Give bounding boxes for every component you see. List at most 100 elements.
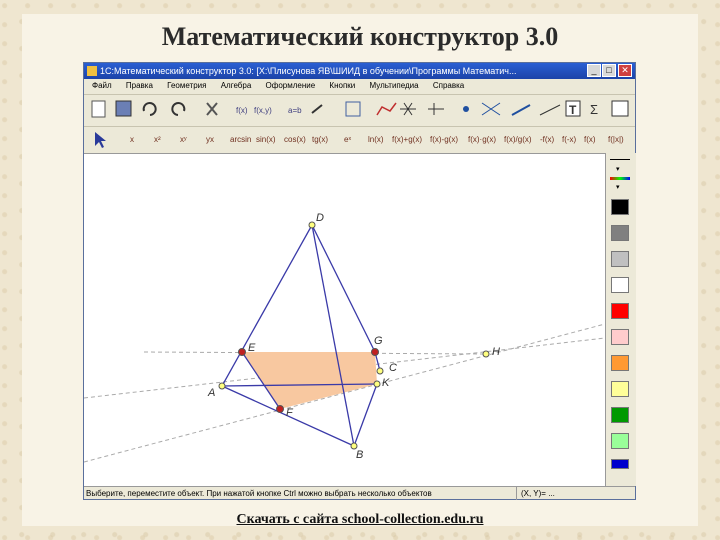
window-titlebar: 1С:Математический конструктор 3.0: [X:\П… bbox=[84, 63, 635, 79]
color-swatch[interactable] bbox=[611, 303, 629, 319]
plot-icon[interactable] bbox=[376, 102, 397, 116]
status-text: Выберите, переместите объект. При нажато… bbox=[86, 489, 432, 498]
point-D[interactable] bbox=[308, 221, 316, 229]
fn-x-button[interactable]: x bbox=[130, 129, 134, 151]
point-G[interactable] bbox=[371, 348, 379, 356]
intersection-icon[interactable] bbox=[481, 102, 501, 116]
color-swatch[interactable] bbox=[611, 225, 629, 241]
chevron-down-icon[interactable]: ▾ bbox=[616, 183, 620, 191]
fn-sum-button[interactable]: f(x)+g(x) bbox=[392, 129, 422, 151]
line-icon[interactable] bbox=[511, 104, 531, 116]
label-K: K bbox=[382, 377, 390, 389]
color-swatch[interactable] bbox=[611, 407, 629, 423]
fn-arcsin-button[interactable]: arcsin bbox=[230, 129, 251, 151]
slide-title: Математический конструктор 3.0 bbox=[161, 22, 559, 51]
fn-xy-button[interactable]: xʸ bbox=[180, 129, 187, 151]
fn-neg-button[interactable]: -f(x) bbox=[540, 129, 554, 151]
fn-absx-button[interactable]: f(|x|) bbox=[608, 129, 624, 151]
fn-yx-button[interactable]: yx bbox=[206, 129, 214, 151]
point-C[interactable] bbox=[376, 367, 384, 375]
fn-abs-button[interactable]: f(x) bbox=[584, 129, 596, 151]
edge-BK[interactable] bbox=[353, 383, 378, 447]
fn-cos-button[interactable]: cos(x) bbox=[284, 129, 306, 151]
fn-sin-button[interactable]: sin(x) bbox=[256, 129, 276, 151]
menu-multimedia[interactable]: Мультипедиа bbox=[369, 79, 418, 93]
function-icon[interactable]: f(x) bbox=[236, 106, 248, 115]
color-swatch[interactable] bbox=[611, 381, 629, 397]
menu-geometry[interactable]: Геометрия bbox=[167, 79, 206, 93]
point-icon[interactable] bbox=[463, 106, 469, 112]
menu-edit[interactable]: Правка bbox=[126, 79, 153, 93]
window-title: 1С:Математический конструктор 3.0: [X:\П… bbox=[100, 66, 517, 76]
minimize-button[interactable]: _ bbox=[587, 64, 601, 77]
section-polygon[interactable] bbox=[242, 352, 377, 409]
main-toolbar-icons: f(x) f(x,y) a=b T Σ bbox=[91, 100, 629, 118]
point-H[interactable] bbox=[482, 350, 490, 358]
main-toolbar: f(x) f(x,y) a=b T Σ bbox=[84, 94, 635, 127]
expression-icon[interactable]: a=b bbox=[288, 106, 302, 115]
fn-ln-button[interactable]: ln(x) bbox=[368, 129, 384, 151]
color-swatch[interactable] bbox=[611, 329, 629, 345]
point-A[interactable] bbox=[218, 382, 226, 390]
label-F: F bbox=[286, 407, 294, 419]
fn-div-button[interactable]: f(x)/g(x) bbox=[504, 129, 532, 151]
menu-help[interactable]: Справка bbox=[433, 79, 464, 93]
label-A: A bbox=[207, 387, 215, 399]
point-K[interactable] bbox=[373, 380, 381, 388]
fn-tg-button[interactable]: tg(x) bbox=[312, 129, 328, 151]
chevron-down-icon[interactable]: ▾ bbox=[616, 165, 620, 173]
fn-exp-button[interactable]: eˣ bbox=[344, 129, 351, 151]
sum-icon[interactable]: Σ bbox=[590, 102, 598, 117]
palette-strip-icon[interactable] bbox=[610, 177, 630, 180]
redo-icon[interactable] bbox=[171, 102, 186, 116]
menu-file[interactable]: Файл bbox=[92, 79, 112, 93]
app-icon bbox=[87, 66, 97, 76]
fn-negx-button[interactable]: f(-x) bbox=[562, 129, 576, 151]
color-swatch[interactable] bbox=[611, 459, 629, 469]
svg-text:T: T bbox=[569, 103, 577, 117]
color-swatch[interactable] bbox=[611, 199, 629, 215]
maximize-button[interactable]: □ bbox=[602, 64, 616, 77]
menu-algebra[interactable]: Алгебра bbox=[221, 79, 252, 93]
segment-icon[interactable] bbox=[311, 104, 323, 114]
status-bar: Выберите, переместите объект. При нажато… bbox=[84, 486, 635, 500]
edge-DB[interactable] bbox=[311, 224, 355, 447]
menu-bar: Файл Правка Геометрия Алгебра Оформление… bbox=[84, 79, 635, 93]
status-coordinates: (X, Y)= ... bbox=[516, 487, 555, 500]
drawing-canvas[interactable]: D E G C H K A F B bbox=[83, 153, 606, 487]
tangent-icon[interactable] bbox=[400, 102, 416, 116]
axes-icon[interactable] bbox=[428, 103, 444, 115]
fn-x2-button[interactable]: x² bbox=[154, 129, 161, 151]
download-link[interactable]: Скачать с сайта school-collection.edu.ru bbox=[0, 512, 720, 528]
fn-mul-button[interactable]: f(x)·g(x) bbox=[468, 129, 496, 151]
label-H: H bbox=[492, 346, 500, 358]
label-G: G bbox=[374, 335, 383, 347]
function-var-icon[interactable]: f(x,y) bbox=[254, 106, 272, 115]
color-swatch[interactable] bbox=[611, 355, 629, 371]
color-swatch[interactable] bbox=[611, 277, 629, 293]
save-icon[interactable] bbox=[115, 100, 132, 117]
close-button[interactable]: ✕ bbox=[618, 64, 632, 77]
label-B: B bbox=[356, 449, 363, 461]
delete-icon[interactable] bbox=[206, 102, 218, 116]
color-swatch[interactable] bbox=[611, 251, 629, 267]
point-E[interactable] bbox=[238, 348, 246, 356]
point-F[interactable] bbox=[276, 405, 284, 413]
edge-DC[interactable] bbox=[311, 224, 376, 353]
vector-icon[interactable] bbox=[539, 104, 561, 116]
undo-icon[interactable] bbox=[142, 102, 157, 116]
new-document-icon[interactable] bbox=[91, 100, 106, 118]
menu-buttons[interactable]: Кнопки bbox=[329, 79, 355, 93]
label-D: D bbox=[316, 212, 324, 224]
geometry-drawing[interactable]: D E G C H K A F B bbox=[83, 154, 606, 487]
line-style-icon[interactable] bbox=[610, 159, 630, 160]
fn-diff-button[interactable]: f(x)-g(x) bbox=[430, 129, 458, 151]
graph-icon[interactable] bbox=[345, 101, 361, 117]
function-toolbar: x x² xʸ yx arcsin sin(x) cos(x) tg(x) eˣ… bbox=[84, 126, 635, 153]
menu-format[interactable]: Оформление bbox=[266, 79, 316, 93]
label-C: C bbox=[389, 362, 397, 374]
color-swatch[interactable] bbox=[611, 433, 629, 449]
label-E: E bbox=[248, 342, 256, 354]
pointer-icon[interactable] bbox=[90, 129, 110, 151]
formula-icon[interactable] bbox=[611, 100, 629, 117]
